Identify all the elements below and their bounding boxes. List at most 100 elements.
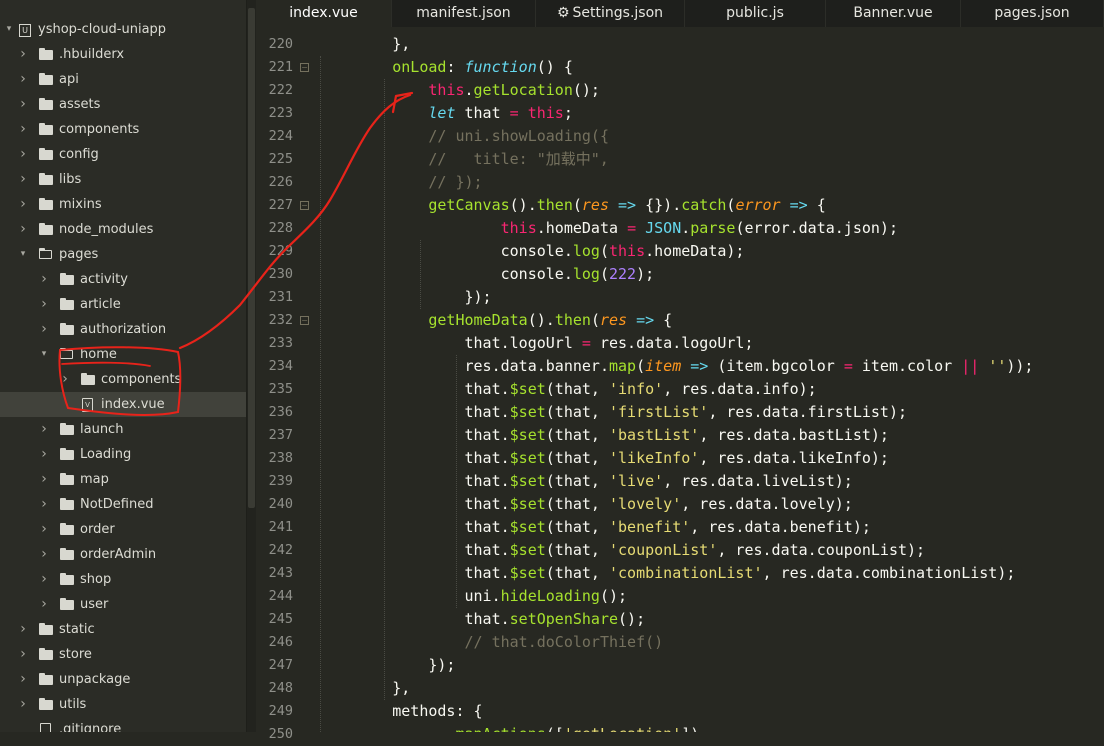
folder-item-utils[interactable]: › utils [0,692,246,717]
code-line[interactable]: this.getLocation(); [320,79,1104,102]
sidebar-scrollbar[interactable] [246,0,256,732]
chevron-right-icon[interactable]: › [18,692,28,717]
chevron-right-icon[interactable]: › [39,517,49,542]
folder-item-launch[interactable]: › launch [0,417,246,442]
code-line[interactable]: }, [320,677,1104,700]
folder-item-pages[interactable]: ▾ pages [0,242,246,267]
code-editor[interactable]: }, onLoad: function() { this.getLocation… [320,27,1104,732]
code-line[interactable]: that.$set(that, 'likeInfo', res.data.lik… [320,447,1104,470]
code-line[interactable]: onLoad: function() { [320,56,1104,79]
chevron-right-icon[interactable]: › [39,417,49,442]
file-item-index-vue[interactable]: Vindex.vue [0,392,246,417]
fold-toggle-icon[interactable]: − [300,201,309,210]
tab-manifest-json[interactable]: manifest.json [392,0,536,27]
folder-item-user[interactable]: › user [0,592,246,617]
folder-item-map[interactable]: › map [0,467,246,492]
chevron-right-icon[interactable]: › [60,367,70,392]
folder-item-node-modules[interactable]: › node_modules [0,217,246,242]
tab-public-js[interactable]: public.js [685,0,826,27]
code-line[interactable]: res.data.banner.map(item => (item.bgcolo… [320,355,1104,378]
code-line[interactable]: that.$set(that, 'combinationList', res.d… [320,562,1104,585]
chevron-right-icon[interactable]: › [18,167,28,192]
code-line[interactable]: that.$set(that, 'info', res.data.info); [320,378,1104,401]
folder-item-store[interactable]: › store [0,642,246,667]
code-line[interactable]: ...mapActions(['getLocation']), [320,723,1104,732]
chevron-right-icon[interactable]: › [39,292,49,317]
chevron-right-icon[interactable]: › [39,442,49,467]
folder-item-home[interactable]: ▾ home [0,342,246,367]
code-line[interactable]: // }); [320,171,1104,194]
folder-item-article[interactable]: › article [0,292,246,317]
folder-item-assets[interactable]: › assets [0,92,246,117]
code-line[interactable]: getCanvas().then(res => {}).catch(error … [320,194,1104,217]
tab-pages-json[interactable]: pages.json [961,0,1104,27]
chevron-down-icon[interactable]: ▾ [4,17,14,42]
code-line[interactable]: that.$set(that, 'live', res.data.liveLis… [320,470,1104,493]
code-line[interactable]: that.$set(that, 'firstList', res.data.fi… [320,401,1104,424]
folder-item-notdefined[interactable]: › NotDefined [0,492,246,517]
chevron-right-icon[interactable]: › [18,192,28,217]
scrollbar-thumb[interactable] [248,8,255,508]
code-line[interactable]: that.$set(that, 'benefit', res.data.bene… [320,516,1104,539]
code-line[interactable]: // title: "加载中", [320,148,1104,171]
file-item-gitignore[interactable]: .gitignore [0,717,246,732]
code-line[interactable]: let that = this; [320,102,1104,125]
chevron-right-icon[interactable]: › [18,667,28,692]
code-line[interactable]: that.logoUrl = res.data.logoUrl; [320,332,1104,355]
tab-settings-json[interactable]: ⚙ Settings.json [536,0,685,27]
code-line[interactable]: getHomeData().then(res => { [320,309,1104,332]
folder-item-authorization[interactable]: › authorization [0,317,246,342]
folder-item-api[interactable]: › api [0,67,246,92]
code-line[interactable]: that.$set(that, 'couponList', res.data.c… [320,539,1104,562]
code-line[interactable]: console.log(222); [320,263,1104,286]
folder-item-mixins[interactable]: › mixins [0,192,246,217]
chevron-right-icon[interactable]: › [39,492,49,517]
folder-item-libs[interactable]: › libs [0,167,246,192]
folder-item-unpackage[interactable]: › unpackage [0,667,246,692]
code-line[interactable]: this.homeData = JSON.parse(error.data.js… [320,217,1104,240]
chevron-right-icon[interactable]: › [18,142,28,167]
folder-item-order[interactable]: › order [0,517,246,542]
code-line[interactable]: console.log(this.homeData); [320,240,1104,263]
chevron-right-icon[interactable]: › [18,92,28,117]
chevron-right-icon[interactable]: › [39,317,49,342]
code-line[interactable]: that.setOpenShare(); [320,608,1104,631]
folder-item-shop[interactable]: › shop [0,567,246,592]
chevron-right-icon[interactable]: › [39,542,49,567]
folder-item-loading[interactable]: › Loading [0,442,246,467]
code-line[interactable]: // that.doColorThief() [320,631,1104,654]
code-line[interactable]: methods: { [320,700,1104,723]
chevron-right-icon[interactable]: › [18,42,28,67]
code-line[interactable]: that.$set(that, 'lovely', res.data.lovel… [320,493,1104,516]
code-line[interactable]: }, [320,33,1104,56]
chevron-right-icon[interactable]: › [18,217,28,242]
code-line[interactable]: }); [320,654,1104,677]
chevron-right-icon[interactable]: › [39,267,49,292]
code-line[interactable]: }); [320,286,1104,309]
code-line[interactable]: uni.hideLoading(); [320,585,1104,608]
folder-item-activity[interactable]: › activity [0,267,246,292]
folder-item-components[interactable]: › components [0,117,246,142]
chevron-down-icon[interactable]: ▾ [18,242,28,267]
code-line[interactable]: // uni.showLoading({ [320,125,1104,148]
folder-item-orderadmin[interactable]: › orderAdmin [0,542,246,567]
chevron-right-icon[interactable]: › [18,117,28,142]
folder-item-hbuilderx[interactable]: › .hbuilderx [0,42,246,67]
folder-item-static[interactable]: › static [0,617,246,642]
chevron-right-icon[interactable]: › [39,592,49,617]
fold-toggle-icon[interactable]: − [300,63,309,72]
tab-index-vue[interactable]: index.vue [256,0,392,27]
chevron-right-icon[interactable]: › [18,67,28,92]
folder-item-components[interactable]: › components [0,367,246,392]
chevron-right-icon[interactable]: › [18,617,28,642]
chevron-right-icon[interactable]: › [39,467,49,492]
folder-item-config[interactable]: › config [0,142,246,167]
fold-toggle-icon[interactable]: − [300,316,309,325]
chevron-right-icon[interactable]: › [39,567,49,592]
chevron-down-icon[interactable]: ▾ [39,342,49,367]
tab-banner-vue[interactable]: Banner.vue [826,0,961,27]
project-root[interactable]: ▾ U yshop-cloud-uniapp [0,17,246,42]
chevron-right-icon[interactable]: › [18,642,28,667]
code-line[interactable]: that.$set(that, 'bastList', res.data.bas… [320,424,1104,447]
